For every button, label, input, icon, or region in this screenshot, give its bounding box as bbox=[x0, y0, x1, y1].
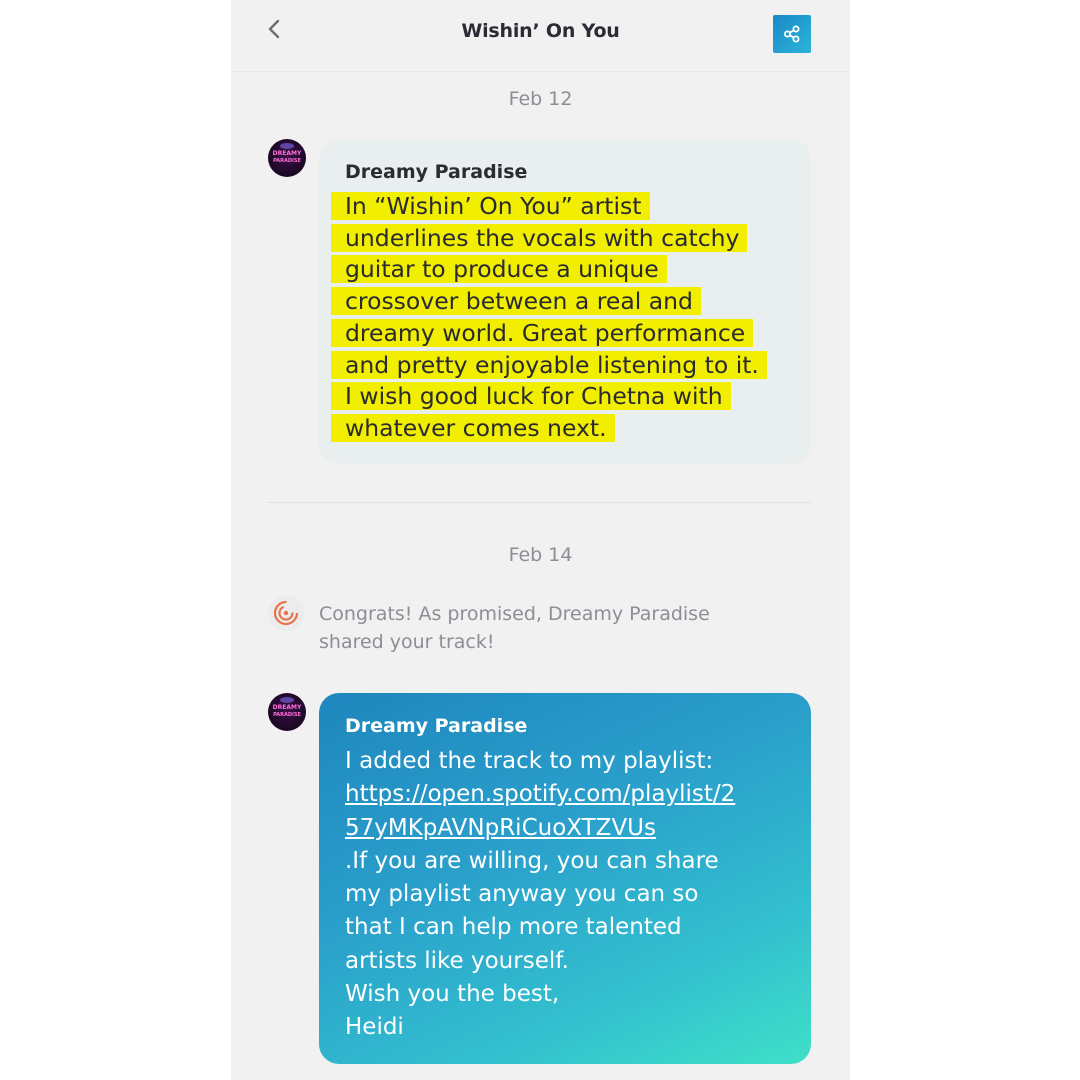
sender-name: Dreamy Paradise bbox=[345, 161, 528, 183]
message-line: artists like yourself. bbox=[345, 947, 569, 974]
date-separator: Feb 14 bbox=[508, 544, 573, 566]
message-line: my playlist anyway you can so bbox=[345, 881, 699, 908]
message-text: In “Wishin’ On You” artist underlines th… bbox=[331, 191, 795, 445]
share-button[interactable] bbox=[773, 15, 811, 53]
message-line: whatever comes next. bbox=[331, 413, 795, 445]
message-line: I added the track to my playlist: bbox=[345, 748, 714, 774]
sender-name: Dreamy Paradise bbox=[345, 715, 528, 737]
message-line: .If you are willing, you can share bbox=[345, 847, 719, 874]
share-icon bbox=[784, 25, 800, 43]
system-icon-badge bbox=[268, 595, 304, 631]
avatar-art bbox=[280, 697, 294, 703]
page-title: Wishin’ On You bbox=[461, 20, 620, 42]
message-line: dreamy world. Great performance bbox=[331, 318, 795, 350]
target-swirl-icon bbox=[273, 600, 299, 626]
message-line: underlines the vocals with catchy bbox=[331, 223, 795, 255]
avatar[interactable]: DREAMY PARADISE bbox=[268, 139, 306, 177]
header-bar: Wishin’ On You bbox=[231, 0, 850, 72]
message-line: crossover between a real and bbox=[331, 286, 795, 318]
avatar[interactable]: DREAMY PARADISE bbox=[268, 693, 306, 731]
playlist-link[interactable]: 57yMKpAVNpRiCuoXTZVUs bbox=[345, 812, 795, 845]
date-separator: Feb 12 bbox=[508, 88, 573, 110]
message-line: and pretty enjoyable listening to it. bbox=[331, 350, 795, 382]
avatar-art bbox=[280, 143, 294, 149]
message-line: that I can help more talented bbox=[345, 914, 682, 941]
message-line: In “Wishin’ On You” artist bbox=[331, 191, 795, 223]
avatar-text-bottom: PARADISE bbox=[273, 712, 301, 718]
divider bbox=[268, 502, 811, 503]
message-line: Heidi bbox=[345, 1014, 404, 1041]
message-bubble: Dreamy Paradise I added the track to my … bbox=[319, 693, 811, 1064]
system-message-line: Congrats! As promised, Dreamy Paradise bbox=[319, 603, 710, 625]
playlist-link[interactable]: https://open.spotify.com/playlist/2 bbox=[345, 778, 795, 811]
message-bubble: Dreamy Paradise In “Wishin’ On You” arti… bbox=[319, 139, 811, 464]
system-message-line: shared your track! bbox=[319, 630, 495, 653]
message-line: guitar to produce a unique bbox=[331, 254, 795, 286]
system-message: Congrats! As promised, Dreamy Paradise s… bbox=[319, 601, 779, 656]
message-line: I wish good luck for Chetna with bbox=[331, 381, 795, 413]
message-line: Wish you the best, bbox=[345, 981, 560, 1008]
chat-screen: Wishin’ On You Feb 12 DREAMY PARADISE Dr… bbox=[231, 0, 850, 1080]
avatar-text-top: DREAMY bbox=[272, 150, 302, 157]
avatar-text-bottom: PARADISE bbox=[273, 158, 301, 164]
message-text: I added the track to my playlist: https:… bbox=[345, 745, 795, 1045]
avatar-text-top: DREAMY bbox=[272, 704, 302, 711]
